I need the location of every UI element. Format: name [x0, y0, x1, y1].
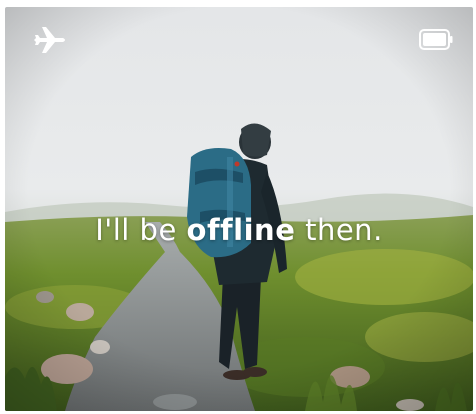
airplane-mode-icon	[34, 26, 68, 54]
headline: I'll be offline then.	[5, 213, 473, 247]
headline-emphasis: offline	[186, 213, 296, 247]
photo-frame: I'll be offline then.	[5, 7, 473, 411]
headline-suffix: then.	[305, 213, 383, 247]
hiker-background-photo	[5, 7, 473, 411]
battery-icon	[419, 29, 453, 50]
headline-prefix: I'll be	[95, 213, 177, 247]
